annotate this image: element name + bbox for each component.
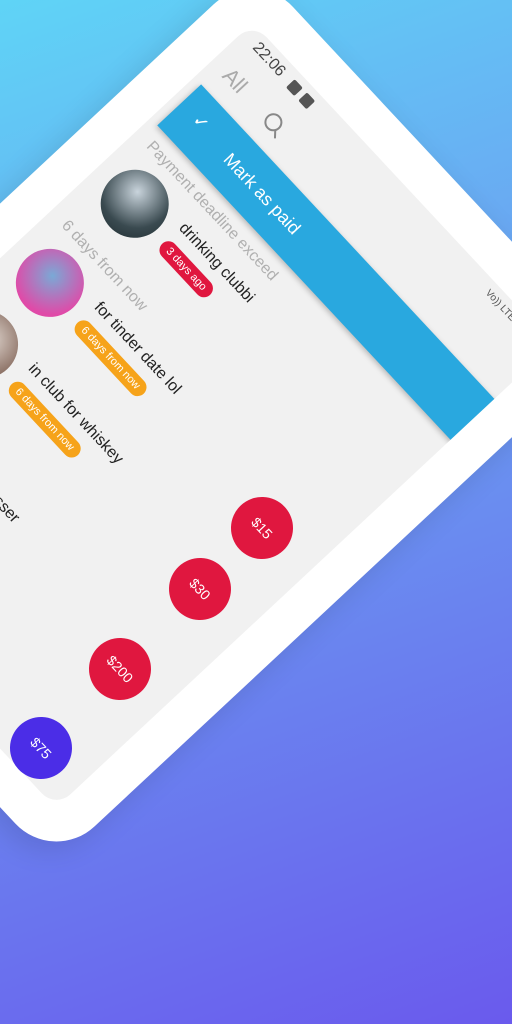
download-icon — [298, 92, 316, 110]
item-title: for hairdresser — [0, 439, 23, 527]
network-info: Vo)) LTE1 .ıl — [482, 287, 512, 336]
tab-all[interactable]: All — [217, 63, 253, 99]
check-icon: ✓ — [188, 109, 214, 135]
clock: 22:06 — [249, 39, 289, 80]
phone-frame: 22:06 Vo)) LTE1 .ıl All ✓ Mark as paid P… — [0, 0, 512, 865]
gallery-icon — [285, 79, 303, 97]
search-icon[interactable] — [260, 109, 287, 136]
app-showcase: { "status": {"time": "22:06", "network":… — [0, 0, 512, 1024]
app-screen: 22:06 Vo)) LTE1 .ıl All ✓ Mark as paid P… — [0, 22, 512, 809]
